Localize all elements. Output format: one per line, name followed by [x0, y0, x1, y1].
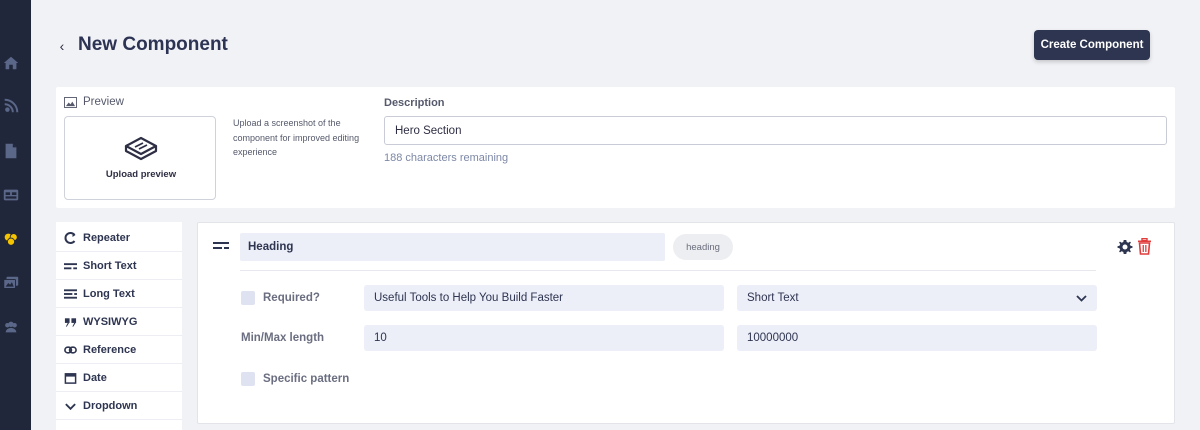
field-type-select-value: Short Text [747, 292, 799, 304]
media-icon[interactable] [0, 272, 22, 294]
upload-box-icon [124, 136, 158, 161]
home-icon[interactable] [0, 52, 22, 74]
field-type-label: Date [83, 372, 107, 384]
divider [240, 270, 1096, 271]
field-name-input[interactable] [240, 233, 665, 261]
field-type-label: Reference [83, 344, 137, 356]
field-type-label: Short Text [83, 260, 137, 272]
description-input[interactable] [384, 116, 1167, 145]
field-type-dropdown[interactable]: Dropdown [56, 393, 182, 420]
preview-label-text: Preview [83, 96, 124, 108]
link-icon [63, 344, 77, 356]
short-text-icon [63, 260, 77, 272]
field-type-select[interactable]: Short Text [737, 285, 1097, 311]
field-type-label: Long Text [83, 288, 135, 300]
back-icon[interactable]: ‹ [56, 38, 68, 54]
field-type-short-text[interactable]: Short Text [56, 253, 182, 280]
field-type-date[interactable]: Date [56, 365, 182, 392]
field-types-list: Repeater Short Text Long Text WYSIWYG Re… [56, 222, 182, 430]
field-type-reference[interactable]: Reference [56, 337, 182, 364]
image-icon [64, 96, 77, 108]
page-icon[interactable] [0, 140, 22, 162]
description-label: Description [384, 97, 445, 109]
blog-icon[interactable] [0, 95, 22, 117]
minmax-label: Min/Max length [241, 332, 325, 344]
field-editor: heading Required? Short Text Min/Max len… [197, 222, 1175, 424]
required-checkbox[interactable] [241, 291, 255, 305]
preview-panel: Preview Upload preview Upload a screensh… [56, 87, 1175, 208]
field-key-badge: heading [673, 234, 733, 260]
field-type-wysiwyg[interactable]: WYSIWYG [56, 309, 182, 336]
gear-icon[interactable] [1117, 239, 1133, 255]
grid-icon[interactable] [0, 184, 22, 206]
specific-pattern-checkbox[interactable] [241, 372, 255, 386]
min-length-input[interactable] [364, 325, 724, 351]
field-type-long-text[interactable]: Long Text [56, 281, 182, 308]
max-length-input[interactable] [737, 325, 1097, 351]
specific-pattern-label: Specific pattern [263, 373, 350, 385]
quote-icon [63, 316, 77, 328]
users-icon[interactable] [0, 316, 22, 338]
field-type-label: Repeater [83, 232, 131, 244]
field-type-label: Dropdown [83, 400, 138, 412]
upload-preview-button[interactable]: Upload preview [64, 116, 216, 200]
chevron-down-icon [1076, 295, 1087, 302]
characters-remaining: 188 characters remaining [384, 152, 509, 164]
upload-preview-label: Upload preview [105, 169, 177, 180]
upload-help-text: Upload a screenshot of the component for… [233, 118, 360, 157]
calendar-icon [63, 372, 77, 384]
page-title: New Component [78, 34, 228, 55]
field-type-label: WYSIWYG [83, 316, 138, 328]
field-type-repeater[interactable]: Repeater [56, 225, 182, 252]
repeater-icon [63, 232, 77, 244]
long-text-icon [63, 288, 77, 300]
create-component-button[interactable]: Create Component [1034, 30, 1150, 60]
nav-rail [0, 0, 31, 430]
required-label: Required? [263, 292, 320, 304]
chevron-down-icon [63, 400, 77, 412]
preview-label: Preview [64, 96, 124, 108]
drag-handle-icon[interactable] [213, 241, 229, 251]
components-icon[interactable] [0, 228, 22, 250]
default-value-input[interactable] [364, 285, 724, 311]
trash-icon[interactable] [1137, 238, 1152, 255]
